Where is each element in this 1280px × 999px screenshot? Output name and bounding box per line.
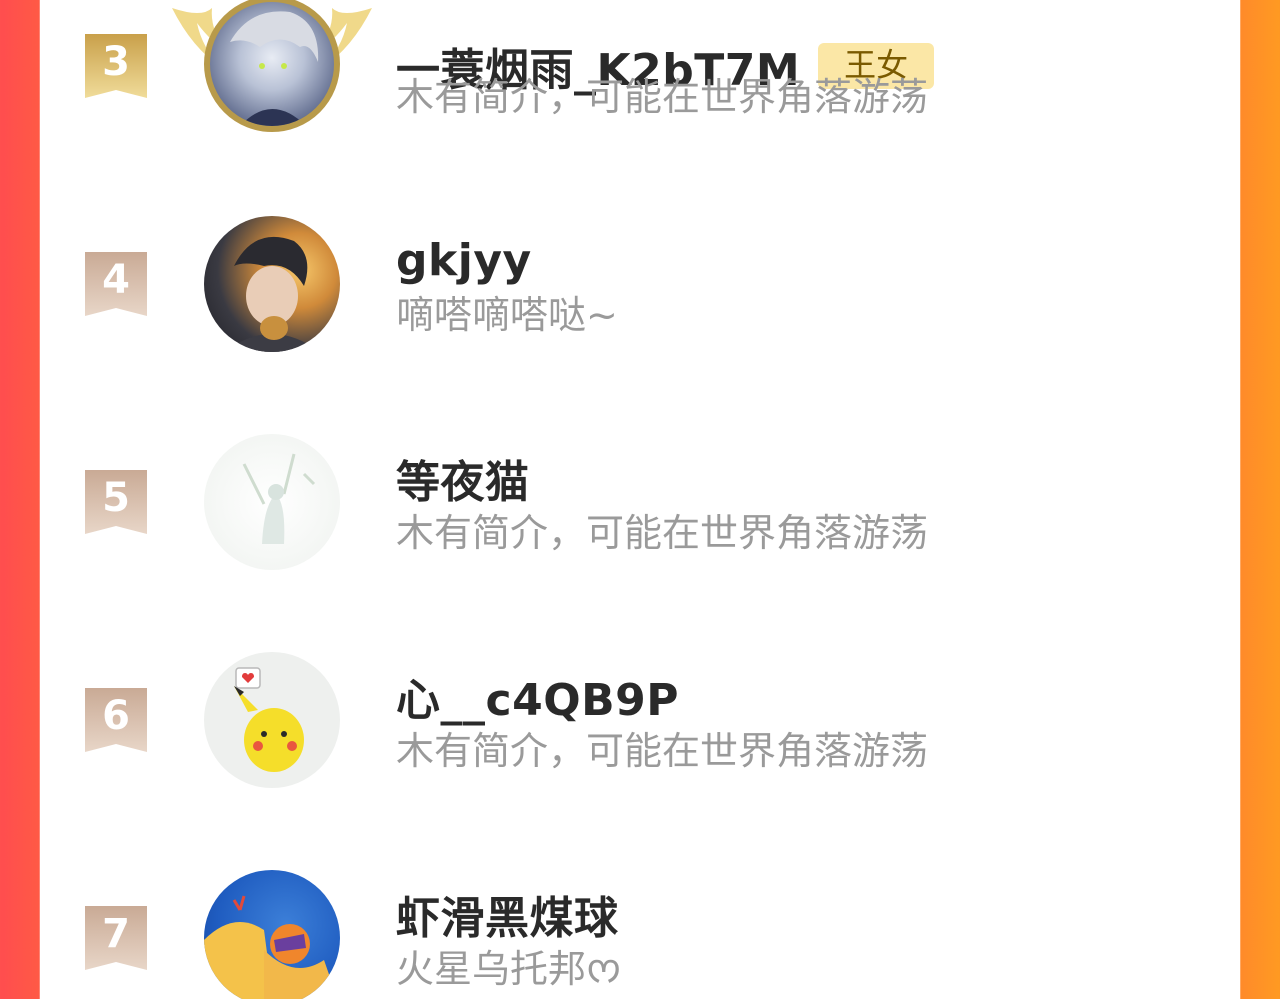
name-line: gkjyy: [396, 232, 532, 288]
avatar[interactable]: [204, 216, 340, 352]
user-name[interactable]: gkjyy: [396, 235, 532, 286]
user-name[interactable]: 虾滑黑煤球: [396, 882, 619, 946]
name-line: 等夜猫: [396, 450, 530, 508]
avatar-image: [224, 236, 320, 352]
ranking-row[interactable]: 6 心__c4QB9P 木有简介，可能在世界角落游荡: [40, 618, 1240, 818]
avatar[interactable]: [172, 0, 372, 132]
avatar[interactable]: [204, 434, 340, 570]
user-name[interactable]: 等夜猫: [396, 446, 530, 510]
rank-ribbon: 6: [85, 688, 147, 752]
ranking-row[interactable]: 3 一蓑烟雨_K2bT7M 王女 木有简介，可能在世界角落游荡: [40, 0, 1240, 164]
user-name[interactable]: 心__c4QB9P: [396, 664, 679, 728]
user-bio: 火星乌托邦ᰔ: [396, 947, 622, 991]
user-bio: 木有简介，可能在世界角落游荡: [396, 729, 929, 773]
avatar-image: [242, 453, 316, 544]
rank-number: 4: [102, 257, 130, 303]
name-line: 虾滑黑煤球: [396, 886, 619, 944]
rank-number: 3: [102, 39, 130, 85]
ranking-panel: 3 一蓑烟雨_K2bT7M 王女 木有简介，可能在世界角落游荡 4 gkjyy …: [40, 0, 1240, 999]
user-bio: 木有简介，可能在世界角落游荡: [396, 511, 929, 555]
rank-ribbon: 4: [85, 252, 147, 316]
user-bio: 嘀嗒嘀嗒哒~: [396, 293, 618, 337]
ranking-row[interactable]: 7 虾滑黑煤球 火星乌托邦ᰔ: [40, 836, 1240, 999]
rank-number: 7: [102, 911, 130, 957]
avatar-image: [230, 11, 319, 126]
rank-number: 6: [102, 693, 130, 739]
user-bio: 木有简介，可能在世界角落游荡: [396, 75, 929, 119]
ranking-row[interactable]: 4 gkjyy 嘀嗒嘀嗒哒~: [40, 182, 1240, 382]
avatar[interactable]: [204, 870, 340, 999]
ranking-row[interactable]: 5 等夜猫 木有简介，可能在世界角落游荡: [40, 400, 1240, 600]
avatar[interactable]: [204, 652, 340, 788]
rank-ribbon: 3: [85, 34, 147, 98]
avatar-image: [234, 667, 304, 772]
rank-ribbon: 7: [85, 906, 147, 970]
avatar-image: [204, 895, 338, 999]
rank-number: 5: [102, 475, 130, 521]
rank-ribbon: 5: [85, 470, 147, 534]
name-line: 心__c4QB9P: [396, 668, 679, 726]
